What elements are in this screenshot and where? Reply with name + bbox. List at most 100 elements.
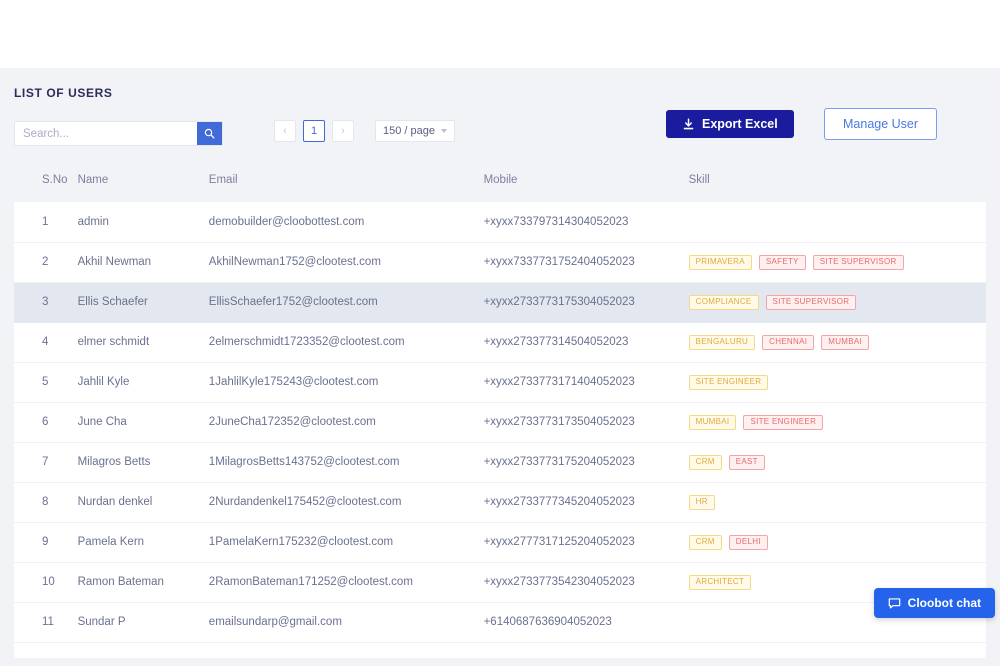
table-body: 1 admin demobuilder@cloobottest.com +xyxx73… (14, 202, 986, 643)
search-icon (204, 128, 215, 139)
cell-name: Akhil Newman (77, 242, 209, 283)
cell-name: Nurdan denkel (77, 482, 209, 523)
pagination-page-1[interactable]: 1 (303, 120, 325, 142)
users-table-card: S.No Name Email Mobile Skill 1 admin demob… (14, 158, 986, 658)
cell-skills: PRIMAVERA SAFETY SITE SUPERVISOR (688, 242, 986, 283)
table-row[interactable]: 4 elmer schmidt 2elmerschmidt1723352@cloot… (14, 322, 986, 363)
cell-email: AkhilNewman1752@clootest.com (208, 242, 484, 283)
column-header-skill: Skill (688, 174, 710, 186)
cell-mobile: +xyxx2733773542304052023 (483, 562, 689, 603)
cell-skills: CRM DELHI (688, 522, 986, 563)
table-row[interactable]: 7 Milagros Betts 1MilagrosBetts143752@cloo… (14, 442, 986, 483)
cell-name: Ellis Schaefer (77, 282, 209, 323)
search-input[interactable] (15, 122, 197, 145)
cell-sno: 1 (14, 202, 78, 243)
cell-mobile: +xyxx2733777345204052023 (483, 482, 689, 523)
page-size-select[interactable]: 150 / page (375, 120, 455, 142)
search-button[interactable] (197, 122, 222, 145)
skill-tag: SAFETY (758, 254, 806, 270)
manage-user-button[interactable]: Manage User (824, 108, 938, 140)
cell-sno: 5 (14, 362, 78, 403)
cell-skills: COMPLIANCE SITE SUPERVISOR (688, 282, 986, 323)
skill-tag: SITE SUPERVISOR (812, 254, 904, 270)
cell-sno: 4 (14, 322, 78, 363)
export-excel-button[interactable]: Export Excel (666, 110, 794, 138)
column-header-name: Name (77, 174, 109, 186)
users-table: S.No Name Email Mobile Skill 1 admin demob… (14, 158, 986, 643)
skill-tag: EAST (728, 454, 765, 470)
cell-mobile: +6140687636904052023 (483, 602, 689, 643)
cell-email: emailsundarp@gmail.com (208, 602, 484, 643)
skill-tag: DELHI (728, 534, 768, 550)
cell-skills: CRM EAST (688, 442, 986, 483)
skill-tag: BENGALURU (688, 334, 756, 350)
table-row[interactable]: 9 Pamela Kern 1PamelaKern175232@clootest.c… (14, 522, 986, 563)
table-header-row: S.No Name Email Mobile Skill (14, 158, 986, 202)
skill-tag: HR (688, 494, 715, 510)
table-row[interactable]: 2 Akhil Newman AkhilNewman1752@clootest.co… (14, 242, 986, 283)
cell-mobile: +xyxx2777317125204052023 (483, 522, 689, 563)
cell-email: 2Nurdandenkel175452@clootest.com (208, 482, 484, 523)
table-row[interactable]: 8 Nurdan denkel 2Nurdandenkel175452@cloote… (14, 482, 986, 523)
cell-skills: SITE ENGINEER (688, 362, 986, 403)
table-row[interactable]: 1 admin demobuilder@cloobottest.com +xyxx73… (14, 202, 986, 243)
column-header-mobile: Mobile (483, 174, 518, 186)
pagination: ‹ 1 › 150 / page (274, 120, 455, 142)
cell-email: 2RamonBateman171252@clootest.com (208, 562, 484, 603)
cell-mobile: +xyxx2733773171404052023 (483, 362, 689, 403)
download-icon (683, 117, 694, 129)
page-title: LIST OF USERS (14, 86, 113, 100)
skill-tag: CHENNAI (762, 334, 815, 350)
cell-name: Jahlil Kyle (77, 362, 209, 403)
cell-skills: BENGALURU CHENNAI MUMBAI (688, 322, 986, 363)
cell-email: EllisSchaefer1752@clootest.com (208, 282, 484, 323)
cell-sno: 7 (14, 442, 78, 483)
table-row[interactable]: 3 Ellis Schaefer EllisSchaefer1752@clootes… (14, 282, 986, 323)
skill-tag: SITE ENGINEER (743, 414, 824, 430)
cell-name: elmer schmidt (77, 322, 209, 363)
cell-email: 2elmerschmidt1723352@clootest.com (208, 322, 484, 363)
column-header-email: Email (208, 174, 238, 186)
chat-bubble-icon (888, 597, 900, 608)
cell-name: Sundar P (77, 602, 209, 643)
cell-mobile: +xyxx2733773175304052023 (483, 282, 689, 323)
top-white-strip (0, 0, 1000, 68)
cell-mobile: +xyxx733797314304052023 (483, 202, 689, 243)
cell-name: June Cha (77, 402, 209, 443)
cell-email: 1JahlilKyle175243@clootest.com (208, 362, 484, 403)
cell-sno: 11 (14, 602, 78, 643)
cell-mobile: +xyxx2733773175204052023 (483, 442, 689, 483)
column-header-sno: S.No (42, 174, 68, 186)
skill-tag: SITE ENGINEER (688, 374, 769, 390)
cell-name: admin (77, 202, 209, 243)
chevron-down-icon (441, 129, 447, 133)
cell-mobile: +xyxx7337731752404052023 (483, 242, 689, 283)
table-head: S.No Name Email Mobile Skill (14, 158, 986, 202)
pagination-prev[interactable]: ‹ (274, 120, 296, 142)
cloobot-chat-label: Cloobot chat (907, 596, 981, 610)
cell-email: 2JuneCha172352@clootest.com (208, 402, 484, 443)
cell-email: demobuilder@cloobottest.com (208, 202, 484, 243)
cell-sno: 10 (14, 562, 78, 603)
export-excel-label: Export Excel (702, 117, 778, 131)
skill-tag: CRM (688, 534, 722, 550)
cell-sno: 6 (14, 402, 78, 443)
pagination-next[interactable]: › (332, 120, 354, 142)
skill-tag: MUMBAI (688, 414, 737, 430)
cell-sno: 2 (14, 242, 78, 283)
cell-email: 1PamelaKern175232@clootest.com (208, 522, 484, 563)
search-box[interactable] (14, 121, 223, 146)
table-row[interactable]: 5 Jahlil Kyle 1JahlilKyle175243@clootest.c… (14, 362, 986, 403)
table-row[interactable]: 11 Sundar Pemailsundarp@gmail.com +6140687… (14, 602, 986, 643)
table-row[interactable]: 6 June Cha 2JuneCha172352@clootest.com +xyx… (14, 402, 986, 443)
skill-tag: MUMBAI (821, 334, 870, 350)
table-row[interactable]: 10 Ramon Bateman 2RamonBateman171252@cloot… (14, 562, 986, 603)
skill-tag: CRM (688, 454, 722, 470)
skill-tag: PRIMAVERA (688, 254, 752, 270)
cell-mobile: +xyxx273377314504052023 (483, 322, 689, 363)
cell-sno: 8 (14, 482, 78, 523)
cell-skills: HR (688, 482, 986, 523)
cell-sno: 9 (14, 522, 78, 563)
cell-skills (688, 202, 986, 243)
cloobot-chat-button[interactable]: Cloobot chat (873, 588, 995, 618)
